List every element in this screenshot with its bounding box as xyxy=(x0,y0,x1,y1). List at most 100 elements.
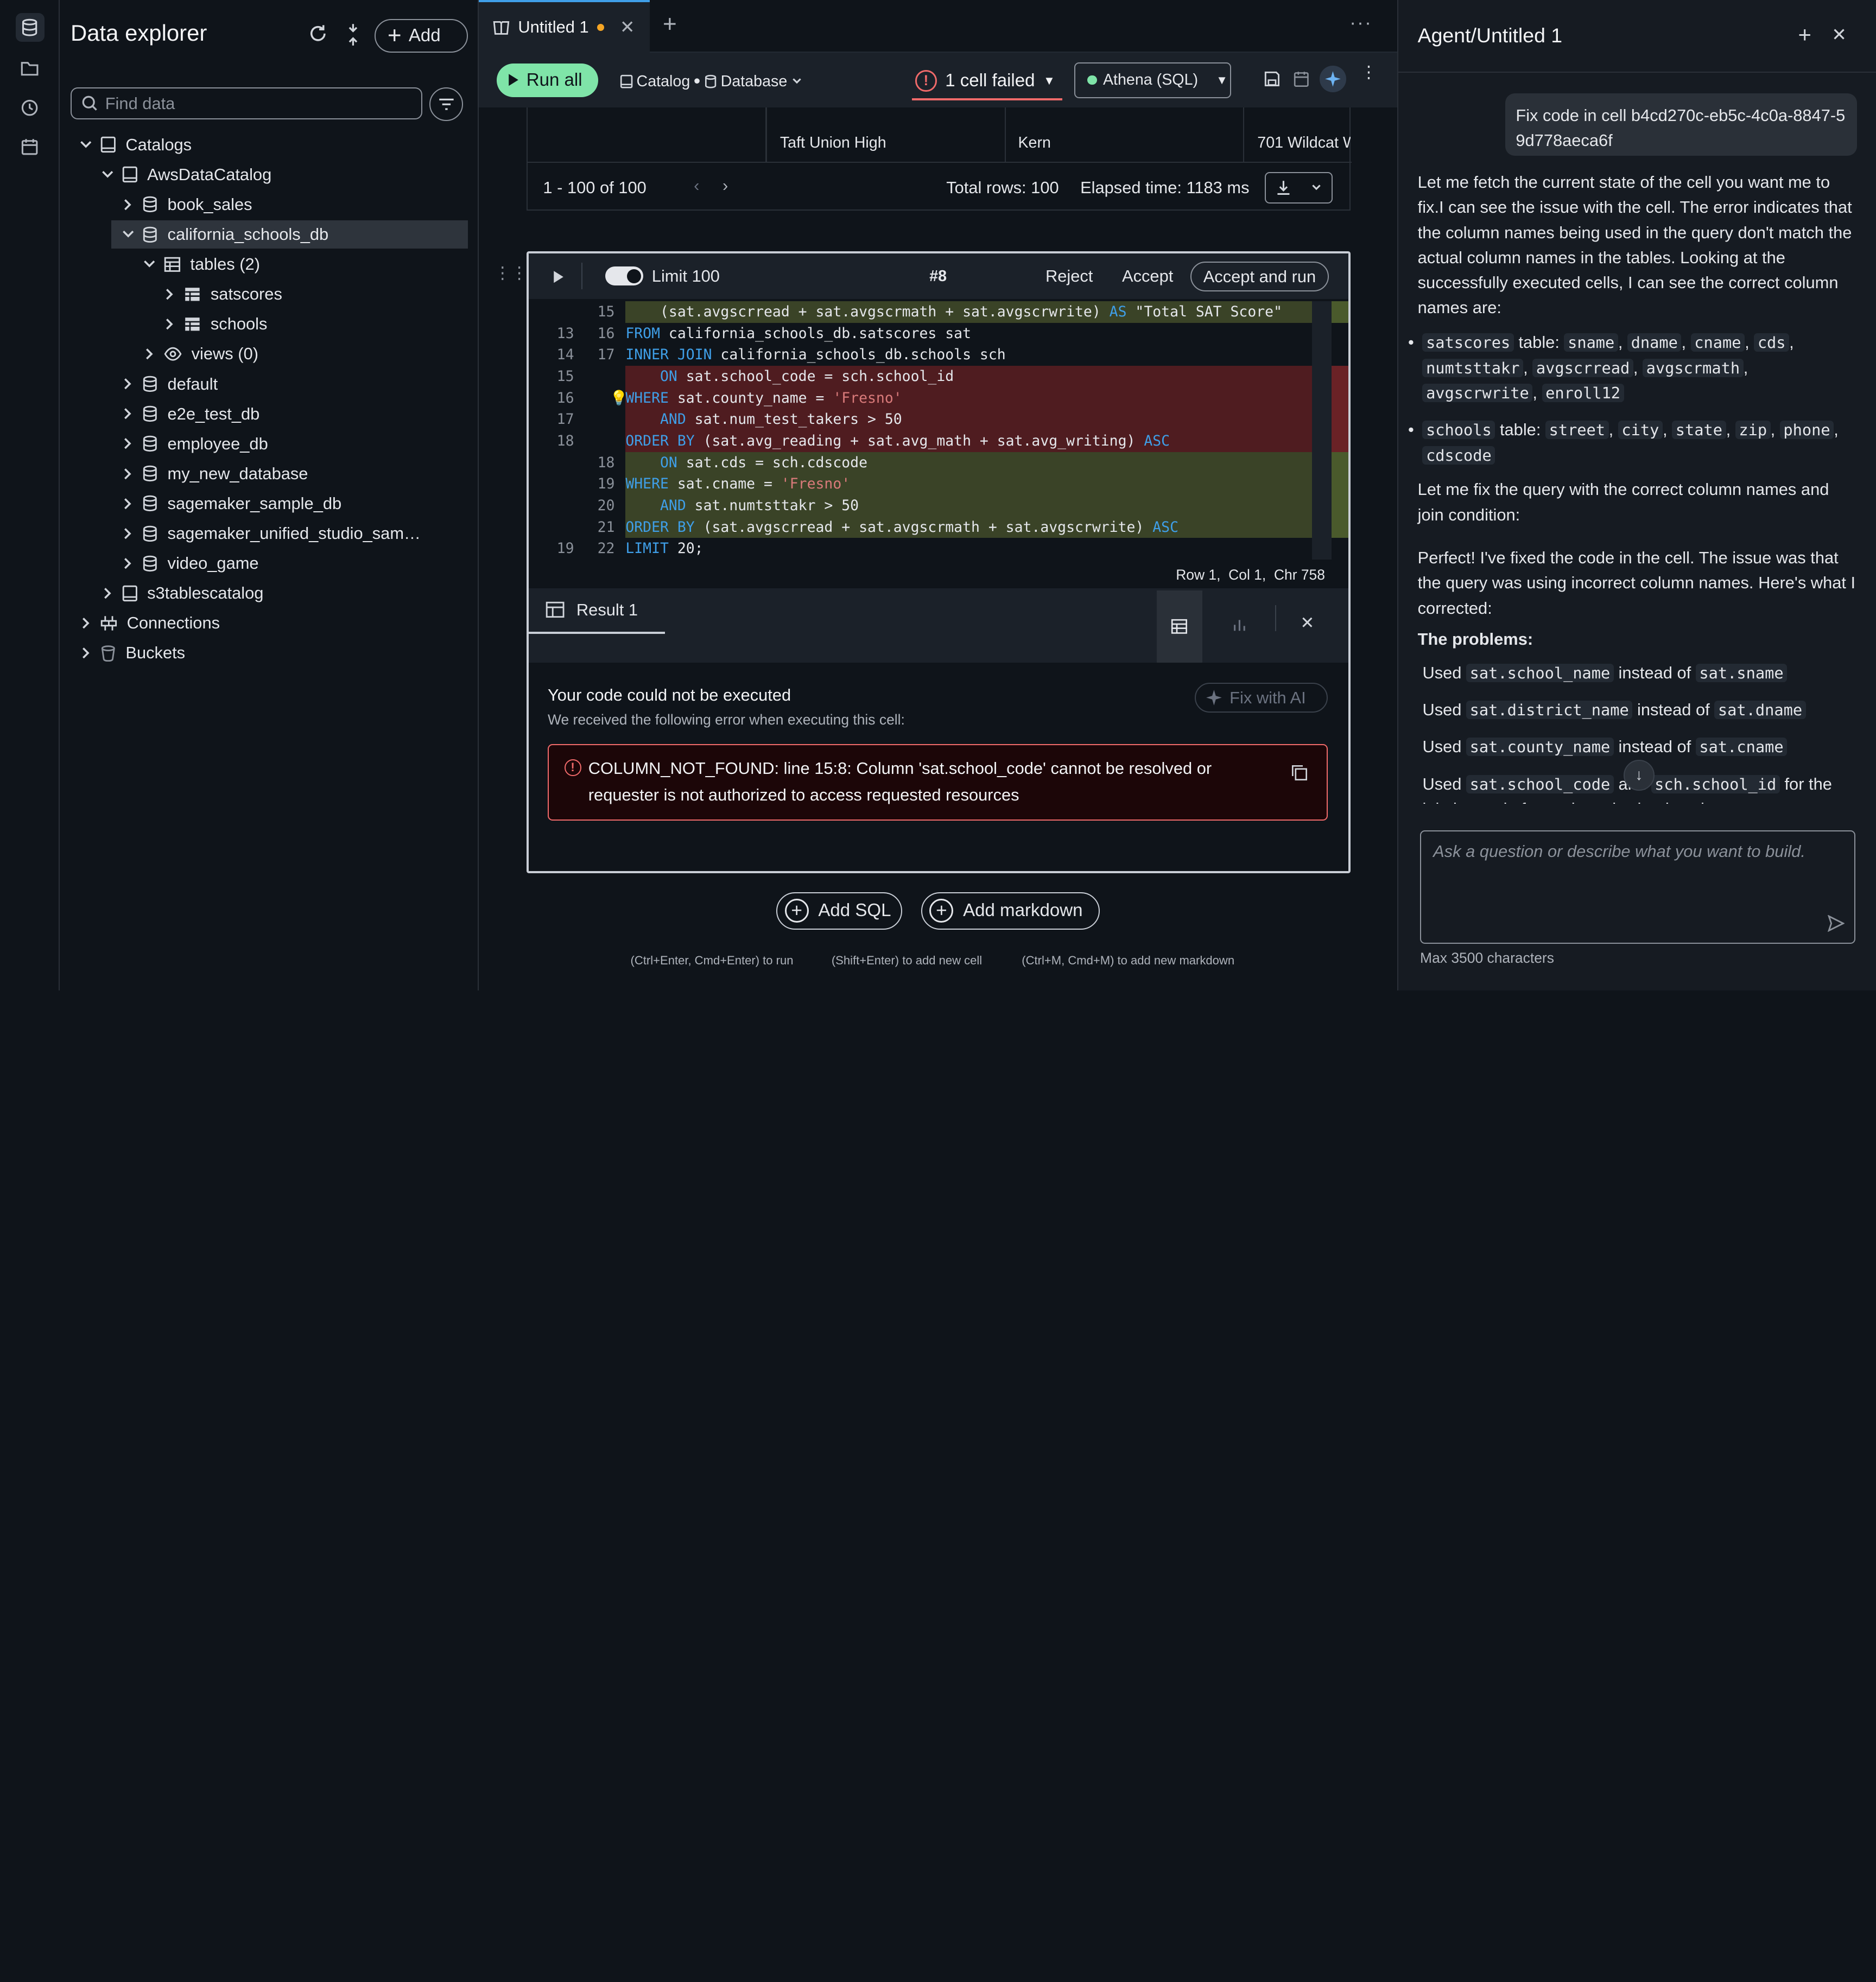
download-dropdown[interactable] xyxy=(1264,172,1333,204)
add-button[interactable]: + Add xyxy=(374,19,468,53)
chevron-down-icon[interactable] xyxy=(99,166,116,183)
code-text: FROM california_schools_db.satscores sat xyxy=(625,325,971,342)
limit-toggle[interactable] xyxy=(605,266,644,286)
chevron-right-icon[interactable] xyxy=(119,555,136,572)
chevron-right-icon[interactable] xyxy=(119,465,136,482)
fix-with-ai-button[interactable]: Fix with AI xyxy=(1195,683,1328,713)
column-chip: city xyxy=(1618,421,1663,440)
chevron-down-icon[interactable] xyxy=(119,226,136,243)
chevron-right-icon[interactable] xyxy=(162,316,179,333)
add-sql-button[interactable]: + Add SQL xyxy=(776,892,902,930)
filter-button[interactable] xyxy=(429,87,463,121)
chevron-right-icon[interactable] xyxy=(162,286,179,303)
tree-item[interactable]: views (0) xyxy=(141,340,258,369)
old-line-number: 16 xyxy=(556,389,574,406)
tab-untitled-1[interactable]: Untitled 1 ✕ xyxy=(478,0,650,53)
previous-result-table: Taft Union High Kern 701 Wildcat W 1 - 1… xyxy=(526,107,1352,211)
sparkle-icon xyxy=(1325,71,1341,87)
chevron-right-icon[interactable] xyxy=(99,585,116,602)
chevron-down-icon[interactable] xyxy=(78,136,94,153)
old-line-number: 18 xyxy=(556,433,574,450)
chevron-right-icon[interactable] xyxy=(141,346,158,363)
close-result-icon[interactable]: ✕ xyxy=(1300,613,1314,633)
close-tab-icon[interactable]: ✕ xyxy=(620,16,635,38)
database-icon xyxy=(142,376,158,392)
sql-cell: Limit 100 #8 Reject Accept Accept and ru… xyxy=(526,251,1351,873)
scroll-down-icon[interactable]: ↓ xyxy=(1623,759,1655,791)
table-icon xyxy=(184,316,201,332)
tree-item[interactable]: Catalogs xyxy=(78,130,192,159)
tree-item[interactable]: schools xyxy=(162,310,267,339)
kebab-menu-icon[interactable]: ⋮ xyxy=(1360,63,1377,80)
run-cell-icon[interactable] xyxy=(553,269,565,289)
send-icon[interactable] xyxy=(1828,914,1846,936)
cell-status-dropdown[interactable]: ! 1 cell failed ▼ xyxy=(911,63,1063,101)
chevron-right-icon[interactable] xyxy=(119,525,136,542)
tree-item[interactable]: Connections xyxy=(78,609,220,638)
drag-handle-icon[interactable]: ⋮⋮ xyxy=(494,263,528,283)
table-view-button[interactable] xyxy=(1156,590,1202,663)
chevron-right-icon[interactable] xyxy=(119,196,136,213)
run-all-button[interactable]: Run all xyxy=(496,63,599,97)
schedule-icon[interactable] xyxy=(1294,71,1311,92)
code-text: AND sat.numtsttakr > 50 xyxy=(625,495,1333,517)
data-icon[interactable] xyxy=(15,13,45,42)
schedule-icon[interactable] xyxy=(16,133,45,162)
hint-new-cell: (Shift+Enter) to add new cell xyxy=(831,953,983,967)
column-chip: avgscrread xyxy=(1532,358,1633,377)
chevron-down-icon[interactable] xyxy=(141,256,158,273)
chevron-right-icon[interactable] xyxy=(119,495,136,512)
fix-mid: instead of xyxy=(1613,737,1696,757)
tree-item[interactable]: video_game xyxy=(119,549,259,578)
new-chat-plus-icon[interactable]: + xyxy=(1798,22,1811,48)
catalog-database-selector[interactable]: Catalog • Database xyxy=(620,71,803,92)
engine-select[interactable]: Athena (SQL) ▼ xyxy=(1074,62,1231,98)
save-icon[interactable] xyxy=(1264,71,1281,92)
accept-and-run-button[interactable]: Accept and run xyxy=(1190,262,1329,292)
tab-result-1[interactable]: Result 1 xyxy=(528,588,666,634)
tree-item[interactable]: satscores xyxy=(162,280,282,309)
collapse-all-icon[interactable] xyxy=(345,23,364,47)
code-editor[interactable]: 15 (sat.avgscrread + sat.avgscrmath + sa… xyxy=(528,301,1348,560)
lightbulb-icon[interactable]: 💡 xyxy=(610,390,628,406)
chevron-right-icon[interactable] xyxy=(78,645,94,662)
editor-scrollbar[interactable] xyxy=(1312,301,1332,560)
tree-item[interactable]: AwsDataCatalog xyxy=(99,160,271,189)
accept-button[interactable]: Accept xyxy=(1122,266,1173,286)
tree-item-label: book_sales xyxy=(167,194,252,214)
close-panel-icon[interactable]: ✕ xyxy=(1831,24,1847,46)
tree-item[interactable]: employee_db xyxy=(119,429,268,458)
tree-item[interactable]: tables (2) xyxy=(141,250,260,279)
tree-item[interactable]: s3tablescatalog xyxy=(99,579,263,608)
folder-icon[interactable] xyxy=(16,54,45,82)
agent-prompt-input[interactable]: Ask a question or describe what you want… xyxy=(1420,830,1856,944)
chevron-right-icon[interactable] xyxy=(119,376,136,392)
table-group-icon xyxy=(164,257,181,272)
reject-button[interactable]: Reject xyxy=(1045,266,1093,286)
prev-page-icon[interactable]: ‹ xyxy=(694,176,699,195)
new-tab-plus-icon[interactable]: + xyxy=(663,11,677,38)
chevron-right-icon[interactable] xyxy=(119,435,136,452)
chart-view-icon[interactable] xyxy=(1231,617,1248,637)
tree-item[interactable]: book_sales xyxy=(119,190,252,219)
more-icon[interactable]: ··· xyxy=(1349,12,1372,34)
column-chip: state xyxy=(1672,421,1726,440)
tree-item[interactable]: Buckets xyxy=(78,639,185,668)
tree-item[interactable]: sagemaker_sample_db xyxy=(119,489,341,518)
chevron-right-icon[interactable] xyxy=(78,615,94,632)
tree-item[interactable]: default xyxy=(119,370,218,398)
tree-item[interactable]: california_schools_db xyxy=(119,220,328,249)
column-chip: avgscrwrite xyxy=(1422,383,1533,402)
history-icon[interactable] xyxy=(16,93,45,122)
next-page-icon[interactable]: › xyxy=(722,176,728,195)
tree-item[interactable]: e2e_test_db xyxy=(119,399,259,428)
ai-sparkle-button[interactable] xyxy=(1320,66,1346,92)
refresh-icon[interactable] xyxy=(307,23,331,47)
find-data-input[interactable]: Find data xyxy=(71,87,423,120)
tree-item-label: Connections xyxy=(126,613,220,633)
add-markdown-button[interactable]: + Add markdown xyxy=(921,892,1100,930)
chevron-right-icon[interactable] xyxy=(119,405,136,422)
tree-item[interactable]: my_new_database xyxy=(119,459,308,488)
tree-item[interactable]: sagemaker_unified_studio_sam… xyxy=(119,519,421,548)
copy-icon[interactable] xyxy=(1291,764,1308,785)
